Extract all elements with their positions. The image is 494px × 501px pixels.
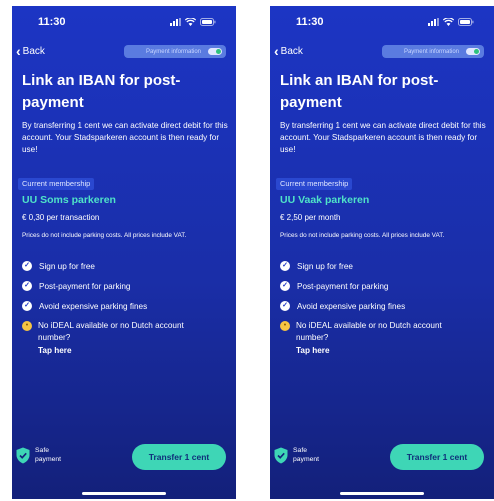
phone-screen-vaak: 11:30 ‹ Back Payment information Link an…: [270, 6, 494, 499]
nav-row: ‹ Back Payment information: [270, 44, 494, 60]
transfer-1-cent-button[interactable]: Transfer 1 cent: [390, 444, 484, 470]
feature-item: ✓ Post-payment for parking: [22, 276, 147, 296]
status-icons: [428, 18, 474, 26]
battery-icon: [458, 18, 474, 26]
plan-name: UU Vaak parkeren: [280, 194, 370, 206]
feature-label: Post-payment for parking: [39, 281, 131, 291]
plan-price: € 0,30 per transaction: [22, 213, 100, 222]
check-icon: ✓: [22, 261, 32, 271]
page-title: Link an IBAN for post-payment: [22, 72, 181, 111]
status-bar: 11:30: [12, 16, 236, 32]
current-membership-tag: Current membership: [18, 178, 95, 190]
status-time: 11:30: [296, 16, 324, 28]
wifi-icon: [185, 18, 196, 26]
battery-icon: [200, 18, 216, 26]
feature-list: ✓ Sign up for free ✓ Post-payment for park…: [280, 256, 405, 316]
back-button[interactable]: ‹ Back: [274, 44, 303, 58]
toggle-knob: [216, 49, 221, 54]
plan-name: UU Soms parkeren: [22, 194, 116, 206]
tap-here-link[interactable]: Tap here: [38, 345, 218, 357]
feature-label: Sign up for free: [39, 261, 95, 271]
shield-check-icon: [16, 447, 30, 464]
status-bar: 11:30: [270, 16, 494, 32]
check-icon: ✓: [280, 281, 290, 291]
ideal-text: No iDEAL available or no Dutch account n…: [296, 321, 442, 342]
nav-row: ‹ Back Payment information: [12, 44, 236, 60]
safe-payment-badge: Safe payment: [16, 446, 61, 464]
feature-label: Avoid expensive parking fines: [297, 301, 406, 311]
thinking-emoji-icon: •: [22, 321, 32, 331]
phone-screen-soms: 11:30 ‹ Back Payment information Link an…: [12, 6, 236, 499]
payment-info-toggle[interactable]: Payment information: [382, 45, 484, 58]
back-label: Back: [22, 45, 45, 57]
ideal-text-block: No iDEAL available or no Dutch account n…: [296, 320, 476, 357]
back-chevron-icon: ‹: [274, 43, 279, 59]
feature-item: ✓ Avoid expensive parking fines: [22, 296, 147, 316]
feature-item: ✓ Post-payment for parking: [280, 276, 405, 296]
home-indicator: [340, 492, 424, 495]
page-title: Link an IBAN for post-payment: [280, 72, 439, 111]
ideal-text-block: No iDEAL available or no Dutch account n…: [38, 320, 218, 357]
toggle-switch[interactable]: [208, 48, 222, 55]
vat-note: Prices do not include parking costs. All…: [280, 232, 445, 239]
plan-price: € 2,50 per month: [280, 213, 341, 222]
check-icon: ✓: [280, 301, 290, 311]
check-icon: ✓: [22, 281, 32, 291]
status-time: 11:30: [38, 16, 66, 28]
tap-here-link[interactable]: Tap here: [296, 345, 476, 357]
ideal-note: • No iDEAL available or no Dutch account…: [22, 320, 218, 357]
signal-icon: [170, 18, 181, 26]
safe-payment-text: Safe payment: [35, 446, 61, 464]
payment-info-toggle[interactable]: Payment information: [124, 45, 226, 58]
intro-text: By transferring 1 cent we can activate d…: [22, 121, 228, 154]
payment-label: payment: [293, 456, 320, 463]
status-icons: [170, 18, 216, 26]
intro-text: By transferring 1 cent we can activate d…: [280, 121, 486, 154]
transfer-1-cent-button[interactable]: Transfer 1 cent: [132, 444, 226, 470]
check-icon: ✓: [280, 261, 290, 271]
back-label: Back: [280, 45, 303, 57]
feature-list: ✓ Sign up for free ✓ Post-payment for park…: [22, 256, 147, 316]
safe-payment-text: Safe payment: [293, 446, 319, 464]
wifi-icon: [443, 18, 454, 26]
safe-payment-badge: Safe payment: [274, 446, 319, 464]
payment-info-label: Payment information: [145, 48, 201, 55]
feature-label: Post-payment for parking: [297, 281, 389, 291]
check-icon: ✓: [22, 301, 32, 311]
toggle-switch[interactable]: [466, 48, 480, 55]
shield-check-icon: [274, 447, 288, 464]
back-button[interactable]: ‹ Back: [16, 44, 45, 58]
safe-label: Safe: [293, 447, 307, 454]
home-indicator: [82, 492, 166, 495]
payment-info-label: Payment information: [403, 48, 459, 55]
feature-label: Avoid expensive parking fines: [39, 301, 148, 311]
back-chevron-icon: ‹: [16, 43, 21, 59]
current-membership-tag: Current membership: [276, 178, 353, 190]
toggle-knob: [474, 49, 479, 54]
feature-item: ✓ Sign up for free: [22, 256, 147, 276]
ideal-text: No iDEAL available or no Dutch account n…: [38, 321, 184, 342]
thinking-emoji-icon: •: [280, 321, 290, 331]
feature-item: ✓ Avoid expensive parking fines: [280, 296, 405, 316]
payment-label: payment: [35, 456, 62, 463]
ideal-note: • No iDEAL available or no Dutch account…: [280, 320, 476, 357]
feature-label: Sign up for free: [297, 261, 353, 271]
safe-label: Safe: [35, 447, 49, 454]
signal-icon: [428, 18, 439, 26]
feature-item: ✓ Sign up for free: [280, 256, 405, 276]
vat-note: Prices do not include parking costs. All…: [22, 232, 187, 239]
